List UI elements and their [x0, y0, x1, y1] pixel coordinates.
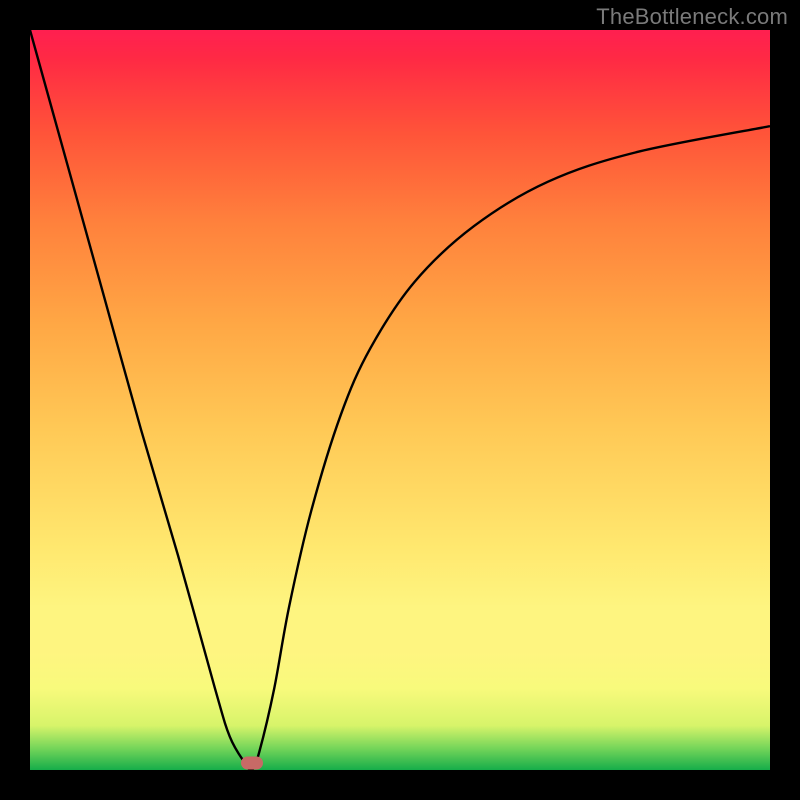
- chart-frame: TheBottleneck.com: [0, 0, 800, 800]
- watermark-text: TheBottleneck.com: [596, 4, 788, 30]
- data-curve: [30, 30, 770, 770]
- minimum-marker: [241, 757, 263, 770]
- plot-area: [30, 30, 770, 770]
- curve-svg: [30, 30, 770, 770]
